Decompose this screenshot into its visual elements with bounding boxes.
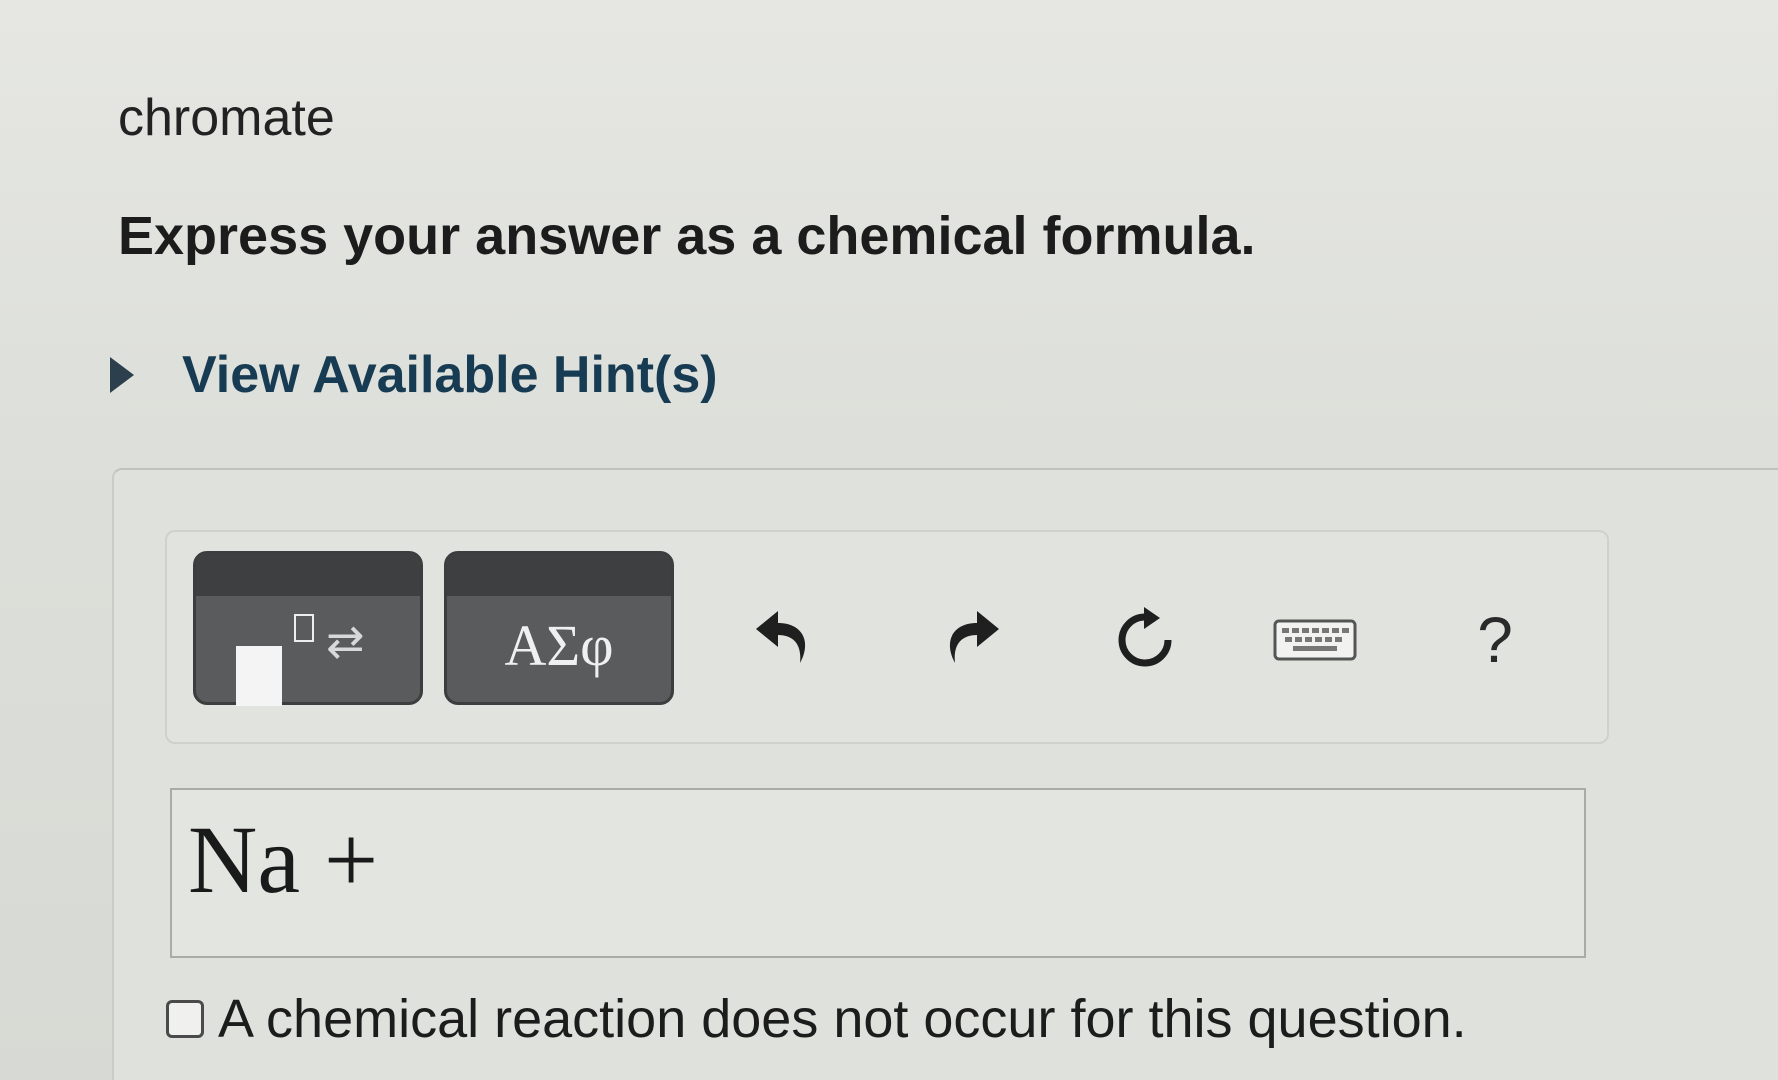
help-icon: ?	[1477, 604, 1513, 676]
view-hints-label: View Available Hint(s)	[182, 346, 718, 404]
keyboard-button[interactable]	[1270, 595, 1360, 685]
swap-arrows-icon: ⇄	[326, 615, 365, 667]
keyboard-icon	[1273, 619, 1357, 661]
answer-input[interactable]: Na +	[170, 788, 1586, 958]
redo-icon	[949, 611, 999, 663]
templates-button[interactable]: ⇄	[193, 551, 423, 706]
answer-value: Na +	[188, 806, 379, 913]
redo-button[interactable]	[925, 595, 1015, 685]
answer-instruction: Express your answer as a chemical formul…	[118, 206, 1256, 266]
no-reaction-label: A chemical reaction does not occur for t…	[218, 989, 1467, 1049]
page: chromate Express your answer as a chemic…	[0, 0, 1778, 1080]
templates-icon	[236, 646, 282, 706]
triangle-right-icon	[110, 357, 134, 393]
symbols-button[interactable]: ΑΣφ	[444, 551, 674, 705]
reset-button[interactable]	[1100, 595, 1190, 685]
reset-icon	[1118, 607, 1172, 667]
view-hints-link[interactable]: View Available Hint(s)	[110, 345, 718, 405]
help-button[interactable]: ?	[1450, 595, 1540, 685]
symbols-label: ΑΣφ	[504, 613, 614, 678]
undo-button[interactable]	[740, 595, 830, 685]
question-label: chromate	[118, 89, 335, 147]
no-reaction-checkbox[interactable]	[166, 1000, 204, 1038]
undo-icon	[756, 611, 806, 663]
no-reaction-option[interactable]: A chemical reaction does not occur for t…	[166, 988, 1467, 1050]
